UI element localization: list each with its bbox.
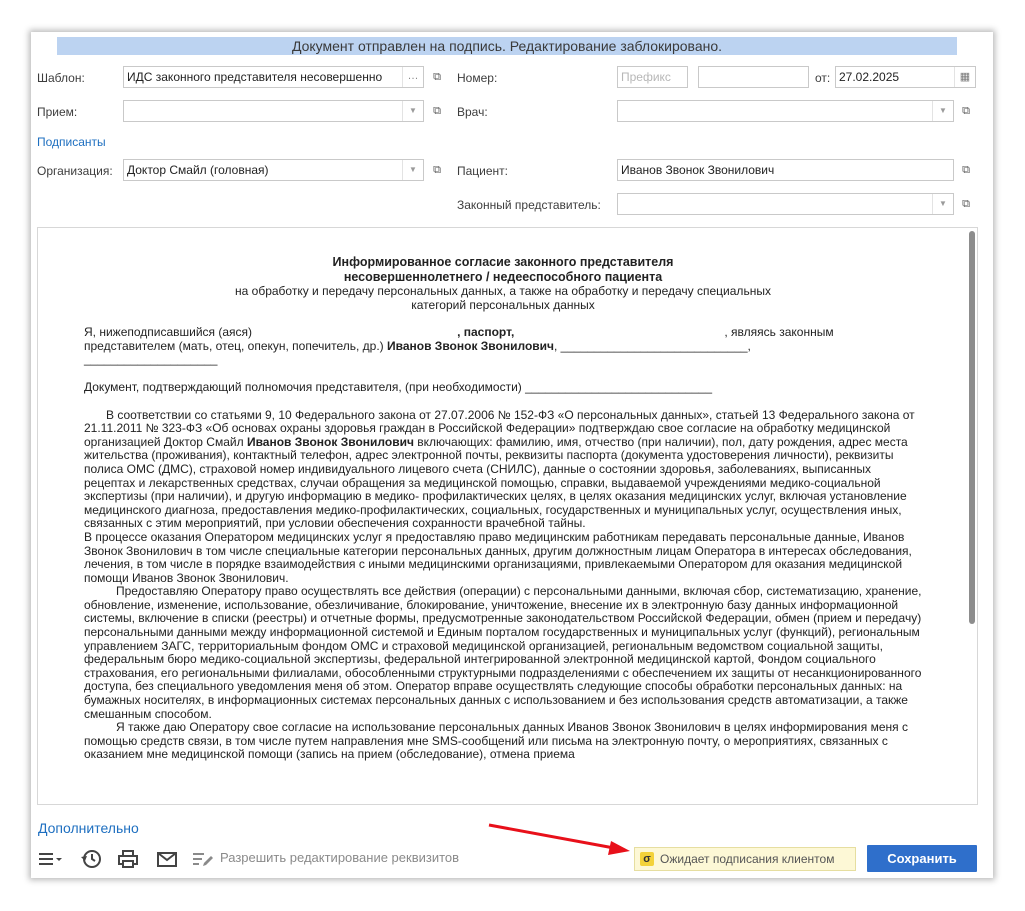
annotation-arrow (488, 823, 630, 855)
